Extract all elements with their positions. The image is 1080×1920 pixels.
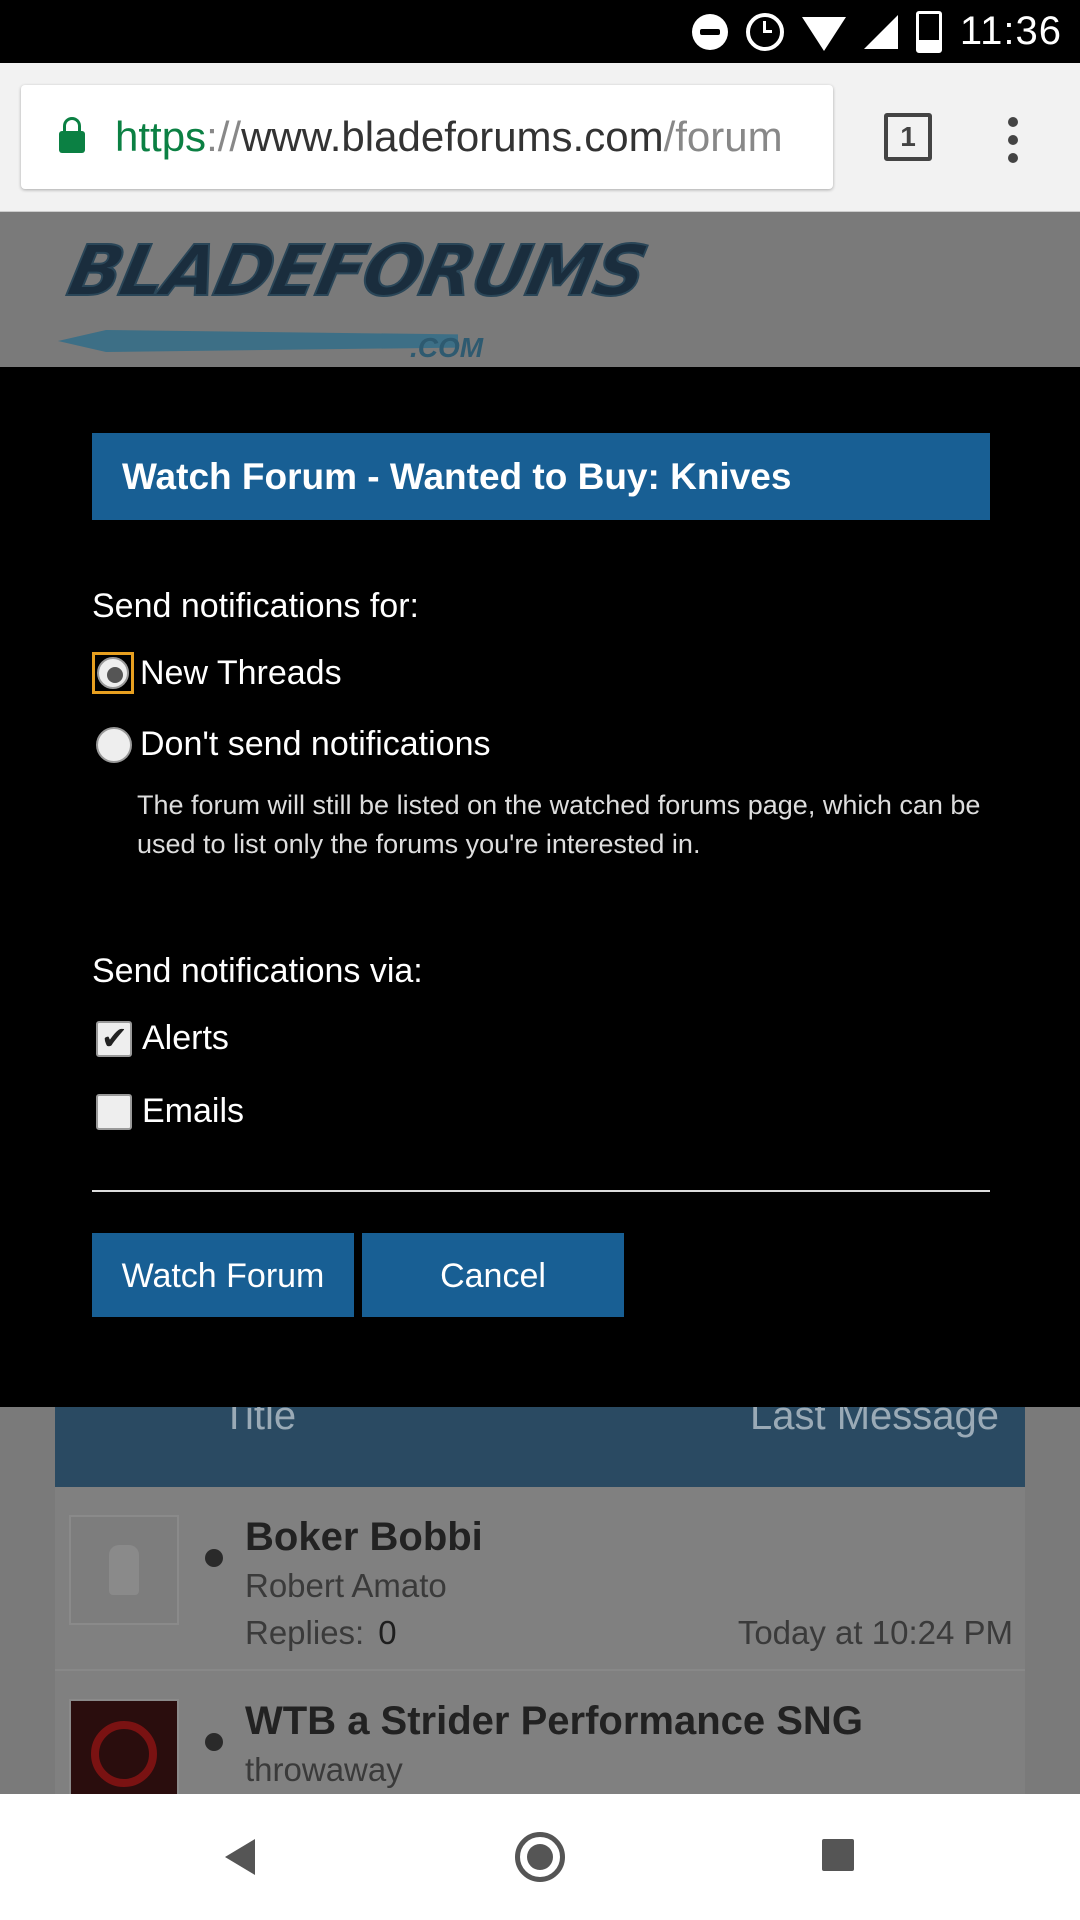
battery-icon [915,10,942,53]
radio-new-threads[interactable] [97,657,129,689]
notify-for-label: Send notifications for: [92,587,419,625]
scorpion-avatar-icon [91,1721,157,1787]
option-new-threads[interactable]: New Threads [92,652,342,694]
avatar[interactable] [69,1515,179,1625]
logo-suffix: .COM [410,332,484,363]
site-logo[interactable]: BLADEFORUMS .COM [50,212,654,367]
lock-icon [59,117,85,153]
radio-dont-send[interactable] [96,726,132,763]
logo-text: BLADEFORUMS [60,229,654,313]
option-dont-send[interactable]: Don't send notifications [96,725,490,764]
url-path: /forum [663,113,783,160]
recent-apps-icon[interactable] [822,1839,854,1871]
wifi-icon [801,16,846,51]
notify-via-label: Send notifications via: [92,952,423,990]
url-separator: :// [206,113,242,160]
unread-dot-icon [205,1733,223,1751]
address-bar[interactable]: https://www.bladeforums.com/forum [21,85,833,189]
checkbox-emails[interactable] [96,1093,132,1130]
unread-dot-icon [205,1549,223,1567]
thread-author[interactable]: Robert Amato [245,1567,447,1605]
checkbox-alerts[interactable] [96,1019,132,1057]
alarm-icon [745,12,784,51]
option-emails-label[interactable]: Emails [142,1092,244,1131]
option-alerts-label[interactable]: Alerts [142,1019,229,1058]
watch-forum-button[interactable]: Watch Forum [92,1233,354,1317]
watch-forum-dialog: Watch Forum - Wanted to Buy: Knives Send… [0,367,1080,1407]
avatar[interactable] [69,1699,179,1809]
home-icon[interactable] [515,1832,565,1882]
thread-replies: Replies: 0 [245,1614,397,1652]
focus-ring [92,652,134,694]
url-text[interactable]: https://www.bladeforums.com/forum [115,113,783,161]
back-icon[interactable] [225,1839,255,1875]
option-dont-send-label[interactable]: Don't send notifications [140,725,490,764]
navigation-bar [0,1794,1080,1920]
do-not-disturb-icon [691,13,728,50]
signal-icon [863,14,898,49]
option-new-threads-label[interactable]: New Threads [140,654,342,693]
option-alerts[interactable]: Alerts [96,1019,229,1058]
thread-title[interactable]: WTB a Strider Performance SNG [245,1699,863,1744]
option-emails[interactable]: Emails [96,1092,244,1131]
thread-list: Boker Bobbi Robert Amato Replies: 0 Today… [55,1487,1025,1809]
url-host: www.bladeforums.com [241,113,664,160]
thread-last-date[interactable]: Today at 10:24 PM [738,1614,1013,1652]
replies-label: Replies: [245,1614,365,1651]
dialog-divider [92,1190,990,1192]
status-time: 11:36 [959,9,1062,53]
thread-author[interactable]: throwaway [245,1751,403,1789]
dont-send-hint: The forum will still be listed on the wa… [137,790,981,859]
replies-count: 0 [378,1614,397,1651]
cancel-button[interactable]: Cancel [362,1233,624,1317]
thread-row[interactable]: Boker Bobbi Robert Amato Replies: 0 Today… [55,1487,1025,1671]
tab-switcher-button[interactable]: 1 [884,113,932,161]
logo-blade-graphic [58,330,458,352]
thread-title[interactable]: Boker Bobbi [245,1515,483,1560]
more-menu-icon[interactable] [1008,117,1018,163]
dialog-title: Watch Forum - Wanted to Buy: Knives [92,433,990,520]
status-bar: 11:36 [0,0,1080,63]
browser-toolbar: https://www.bladeforums.com/forum 1 [0,63,1080,212]
url-scheme: https [115,113,207,160]
default-avatar-icon [109,1545,139,1595]
